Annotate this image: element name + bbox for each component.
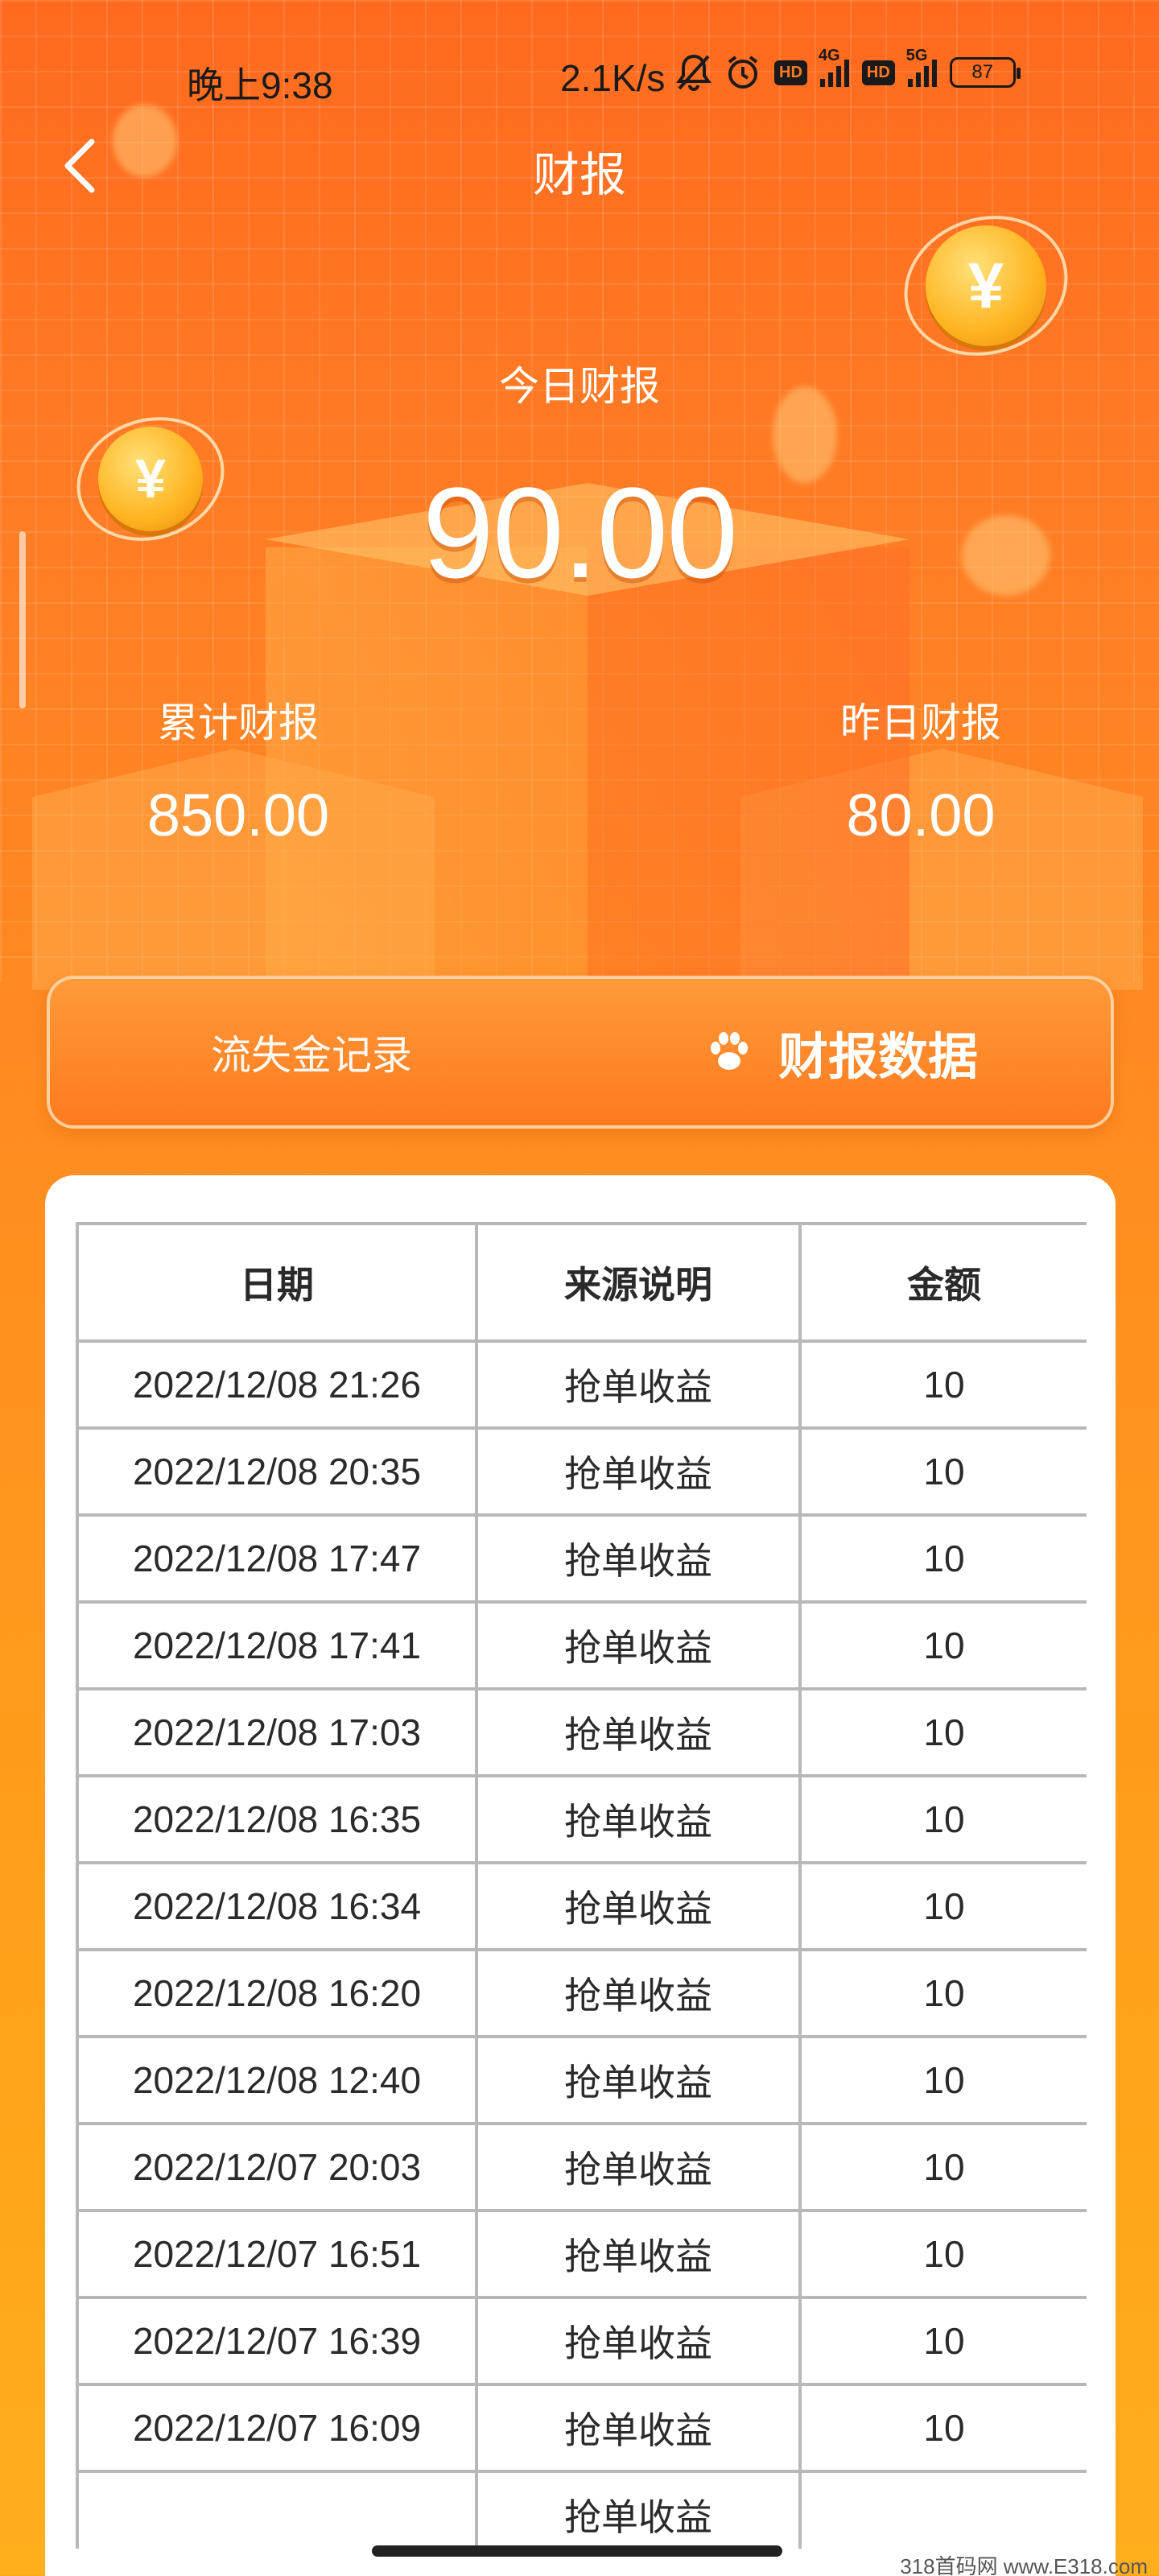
report-table: 日期 来源说明 金额 2022/12/08 21:26 抢单收益 10 2022/1…: [76, 1222, 1087, 2549]
cell-source: 抢单收益: [475, 2035, 802, 2125]
column-header-date: 日期: [76, 1222, 478, 1343]
page-title: 财报: [532, 149, 626, 201]
cell-date: 2022/12/07 16:09: [76, 2383, 478, 2473]
watermark: 318首码网 www.E318.com: [900, 2554, 1148, 2576]
cell-amount: [798, 2470, 1087, 2549]
cell-date: 2022/12/08 17:41: [76, 1600, 478, 1690]
cell-date: 2022/12/07 20:03: [76, 2122, 478, 2212]
cell-date: [76, 2470, 478, 2549]
home-indicator[interactable]: [372, 2545, 782, 2557]
cell-amount: 10: [798, 2296, 1087, 2386]
cell-date: 2022/12/08 17:47: [76, 1513, 478, 1604]
network-type-label: 5G: [905, 47, 928, 64]
cell-amount: 10: [798, 1774, 1087, 1864]
cell-source: 抢单收益: [475, 1600, 802, 1690]
cell-source: 抢单收益: [475, 2209, 802, 2299]
network-speed: 2.1K/s: [560, 57, 666, 99]
bell-muted-icon: [676, 53, 711, 92]
table-row: 2022/12/08 20:35 抢单收益 10: [76, 1426, 1087, 1517]
network-type-label: 4G: [818, 47, 840, 64]
cell-date: 2022/12/08 21:26: [76, 1340, 478, 1430]
alarm-icon: [724, 54, 761, 91]
cell-amount: 10: [798, 1687, 1087, 1777]
table-row: 2022/12/07 16:51 抢单收益 10: [76, 2209, 1087, 2299]
cell-date: 2022/12/08 16:34: [76, 1861, 478, 1951]
cell-date: 2022/12/08 16:35: [76, 1774, 478, 1864]
yen-coin-icon: ¥: [885, 195, 1087, 377]
status-time: 晚上9:38: [187, 64, 333, 106]
column-header-amount: 金额: [798, 1222, 1087, 1343]
cell-date: 2022/12/07 16:51: [76, 2209, 478, 2299]
tab-bar: 流失金记录 财报数据: [47, 976, 1114, 1129]
table-row: 2022/12/08 21:26 抢单收益 10: [76, 1340, 1087, 1430]
paw-icon: [710, 1032, 748, 1070]
tab-report-data-label: 财报数据: [777, 1030, 978, 1085]
today-report-label: 今日财报: [499, 364, 660, 409]
table-row: 2022/12/08 17:41 抢单收益 10: [76, 1600, 1087, 1690]
column-header-source: 来源说明: [475, 1222, 802, 1343]
cell-source: 抢单收益: [475, 2383, 802, 2473]
cell-amount: 10: [798, 1861, 1087, 1951]
cell-date: 2022/12/08 20:35: [76, 1426, 478, 1517]
cell-source: 抢单收益: [475, 2122, 802, 2212]
cell-date: 2022/12/08 16:20: [76, 1948, 478, 2038]
battery-icon: 87: [949, 57, 1021, 88]
status-bar: 晚上9:38 2.1K/s HD 4G HD 5G 87: [0, 47, 1159, 106]
signal-5g-icon: 5G: [906, 47, 937, 87]
table-row: 2022/12/07 20:03 抢单收益 10: [76, 2122, 1087, 2212]
status-icons: HD 4G HD 5G 87: [676, 47, 1021, 92]
hd-badge: HD: [861, 60, 895, 85]
today-report-value: 90.00: [422, 460, 738, 605]
signal-4g-icon: 4G: [819, 47, 849, 87]
cell-amount: 10: [798, 1426, 1087, 1517]
yesterday-report-stat: 昨日财报 80.00: [760, 691, 1082, 849]
cell-source: 抢单收益: [475, 1687, 802, 1777]
cell-source: 抢单收益: [475, 1774, 802, 1864]
report-table-card: 日期 来源说明 金额 2022/12/08 21:26 抢单收益 10 2022/1…: [45, 1175, 1116, 2576]
table-row: 2022/12/08 16:35 抢单收益 10: [76, 1774, 1087, 1864]
table-row: 2022/12/08 16:20 抢单收益 10: [76, 1948, 1087, 2038]
tab-loss-records[interactable]: 流失金记录: [50, 979, 573, 1125]
cell-date: 2022/12/08 12:40: [76, 2035, 478, 2125]
cell-source: 抢单收益: [475, 2470, 802, 2549]
cell-amount: 10: [798, 1340, 1087, 1430]
hd-badge: HD: [774, 60, 807, 85]
table-row: 2022/12/07 16:39 抢单收益 10: [76, 2296, 1087, 2386]
cell-amount: 10: [798, 2035, 1087, 2125]
table-row: 2022/12/08 17:47 抢单收益 10: [76, 1513, 1087, 1604]
table-row: 抢单收益: [76, 2470, 1087, 2549]
report-table-scroll[interactable]: 日期 来源说明 金额 2022/12/08 21:26 抢单收益 10 2022/1…: [76, 1222, 1087, 2549]
cell-date: 2022/12/08 17:03: [76, 1687, 478, 1777]
cell-source: 抢单收益: [475, 1861, 802, 1951]
cell-amount: 10: [798, 1513, 1087, 1604]
cell-source: 抢单收益: [475, 1340, 802, 1430]
cell-source: 抢单收益: [475, 2296, 802, 2386]
cell-source: 抢单收益: [475, 1426, 802, 1517]
cell-amount: 10: [798, 2209, 1087, 2299]
cell-amount: 10: [798, 1600, 1087, 1690]
table-row: 2022/12/08 12:40 抢单收益 10: [76, 2035, 1087, 2125]
table-row: 2022/12/07 16:09 抢单收益 10: [76, 2383, 1087, 2473]
total-report-value: 850.00: [146, 782, 330, 848]
table-header-row: 日期 来源说明 金额: [76, 1222, 1087, 1343]
total-report-label: 累计财报: [158, 700, 319, 745]
cell-source: 抢单收益: [475, 1513, 802, 1604]
cell-amount: 10: [798, 2383, 1087, 2473]
cell-date: 2022/12/07 16:39: [76, 2296, 478, 2386]
total-report-stat: 累计财报 850.00: [77, 691, 399, 849]
table-row: 2022/12/08 17:03 抢单收益 10: [76, 1687, 1087, 1777]
cell-amount: 10: [798, 2122, 1087, 2212]
cell-amount: 10: [798, 1948, 1087, 2038]
yesterday-report-label: 昨日财报: [840, 700, 1001, 745]
table-row: 2022/12/08 16:34 抢单收益 10: [76, 1861, 1087, 1951]
cell-source: 抢单收益: [475, 1948, 802, 2038]
tab-loss-records-label: 流失金记录: [211, 1033, 412, 1078]
yesterday-report-value: 80.00: [846, 782, 996, 848]
tab-report-data[interactable]: 财报数据: [573, 979, 1112, 1125]
